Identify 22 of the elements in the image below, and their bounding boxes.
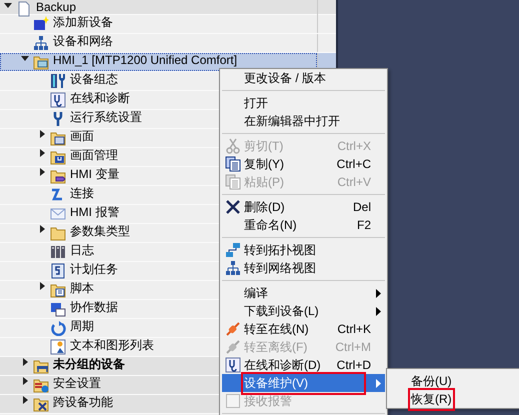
- item-label: 周期: [70, 320, 94, 333]
- item-label: HMI 变量: [70, 168, 120, 181]
- item-label: 协作数据: [70, 301, 118, 314]
- item-label: 计划任务: [70, 263, 118, 276]
- item-label: 画面: [70, 130, 94, 143]
- item-label: 连接: [70, 187, 94, 200]
- item-label: 添加新设备: [53, 16, 113, 29]
- item-label: Backup: [36, 1, 76, 14]
- item-label: 未分组的设备: [53, 358, 125, 371]
- item-label: 文本和图形列表: [70, 339, 154, 352]
- item-label: 在线和诊断: [70, 92, 130, 105]
- item-label: 安全设置: [53, 377, 101, 390]
- item-label: 设备和网络: [53, 35, 113, 48]
- item-label: 跨设备功能: [53, 396, 113, 409]
- item-label: HMI 报警: [70, 206, 120, 219]
- item-label: 运行系统设置: [70, 111, 142, 124]
- item-label: 画面管理: [70, 149, 118, 162]
- item-label: 参数集类型: [70, 225, 130, 238]
- item-label: HMI_1 [MTP1200 Unified Comfort]: [53, 54, 238, 67]
- item-label: 日志: [70, 244, 94, 257]
- item-label: 脚本: [70, 282, 94, 295]
- item-label: 设备组态: [70, 73, 118, 86]
